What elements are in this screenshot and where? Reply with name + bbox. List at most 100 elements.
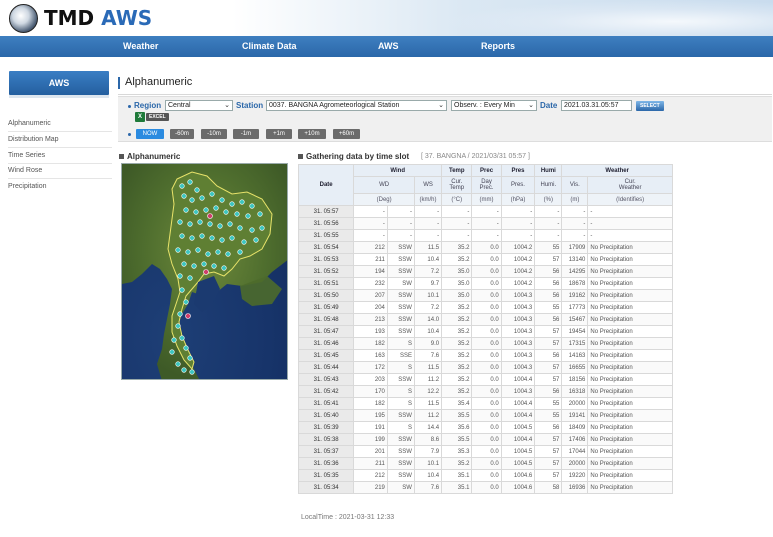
tmd-logo-icon[interactable] bbox=[9, 4, 38, 33]
table-unit-row: (Deg) (km/h) (°C) (mm) (hPa) (%) (m) (Id… bbox=[299, 193, 673, 206]
cell-pres: 1004.4 bbox=[500, 397, 536, 410]
cell-vis: - bbox=[561, 205, 589, 218]
chevron-down-icon: ⌄ bbox=[528, 102, 534, 109]
time-minus-10m-button[interactable]: -10m bbox=[201, 129, 227, 139]
cell-date: 31. 05:46 bbox=[297, 337, 355, 350]
cell-temp: 35.2 bbox=[441, 325, 473, 338]
region-select[interactable]: Central ⌄ bbox=[165, 100, 233, 111]
time-minus-1m-button[interactable]: -1m bbox=[233, 129, 259, 139]
sidebar-item-distribution-map[interactable]: Distribution Map bbox=[8, 136, 59, 143]
nav-aws[interactable]: AWS bbox=[378, 41, 399, 51]
sidebar-active-tab-aws[interactable]: AWS bbox=[9, 71, 109, 95]
col-header-humi-sub: Humi. bbox=[534, 176, 563, 194]
cell-date: 31. 05:54 bbox=[297, 241, 355, 254]
cell-date: 31. 05:44 bbox=[297, 361, 355, 374]
excel-button[interactable]: EXCEL bbox=[146, 113, 169, 121]
cell-date: 31. 05:39 bbox=[297, 421, 355, 434]
cell-pres: - bbox=[500, 205, 536, 218]
cell-pres: 1004.3 bbox=[500, 385, 536, 398]
nav-climate-data[interactable]: Climate Data bbox=[242, 41, 297, 51]
col-header-wd: WD bbox=[353, 176, 415, 194]
station-select[interactable]: 0037. BANGNA Agrometeorlogical Station ⌄ bbox=[266, 100, 447, 111]
table-row: 31. 05:51 232 SW 9.7 35.0 0.0 1004.2 56 18678 No … bbox=[297, 277, 673, 290]
cell-humi: 56 bbox=[534, 277, 563, 290]
excel-icon[interactable]: X bbox=[135, 112, 145, 122]
sidebar-item-alphanumeric[interactable]: Alphanumeric bbox=[8, 120, 51, 127]
cell-wdir: SSW bbox=[386, 325, 415, 338]
cell-wd: 199 bbox=[353, 433, 388, 446]
sidebar-item-time-series[interactable]: Time Series bbox=[8, 152, 45, 159]
cell-temp: - bbox=[441, 217, 473, 230]
cell-wx: No Precipitation bbox=[587, 301, 673, 314]
cell-pres: 1004.5 bbox=[500, 457, 536, 470]
cur-temp-line2: Temp bbox=[449, 185, 465, 191]
col-header-humi: Humi bbox=[534, 164, 563, 177]
time-now-button[interactable]: NOW bbox=[136, 129, 164, 139]
sidebar-tab-shadow bbox=[9, 95, 109, 98]
station-map[interactable] bbox=[121, 163, 288, 380]
nav-reports[interactable]: Reports bbox=[481, 41, 515, 51]
cell-pres: 1004.2 bbox=[500, 265, 536, 278]
cell-wx: No Precipitation bbox=[587, 409, 673, 422]
select-button[interactable]: SELECT bbox=[636, 101, 664, 111]
cell-prec: 0.0 bbox=[471, 397, 502, 410]
cell-wdir: SSW bbox=[386, 457, 415, 470]
cell-date: 31. 05:50 bbox=[297, 289, 355, 302]
cell-humi: 55 bbox=[534, 241, 563, 254]
cell-wd: - bbox=[353, 229, 388, 242]
logo-text-aws: AWS bbox=[101, 6, 153, 30]
cell-ws: 14.4 bbox=[413, 421, 443, 434]
section-marker-icon bbox=[119, 154, 124, 159]
date-input[interactable]: 2021.03.31.05:57 bbox=[561, 100, 632, 111]
cell-vis: 19220 bbox=[561, 469, 589, 482]
cell-pres: 1004.2 bbox=[500, 241, 536, 254]
cell-humi: 56 bbox=[534, 265, 563, 278]
table-row: 31. 05:38 199 SSW 8.6 35.5 0.0 1004.4 57 17406 No… bbox=[297, 433, 673, 446]
col-header-prec: Prec bbox=[471, 164, 502, 177]
cell-date: 31. 05:48 bbox=[297, 313, 355, 326]
cell-wdir: SSW bbox=[386, 241, 415, 254]
cell-ws: 8.6 bbox=[413, 433, 443, 446]
cell-humi: 57 bbox=[534, 457, 563, 470]
cell-pres: 1004.5 bbox=[500, 445, 536, 458]
nav-weather[interactable]: Weather bbox=[123, 41, 158, 51]
cell-vis: 16655 bbox=[561, 361, 589, 374]
sidebar-divider bbox=[8, 147, 112, 148]
time-plus-1m-button[interactable]: +1m bbox=[266, 129, 292, 139]
cell-date: 31. 05:47 bbox=[297, 325, 355, 338]
cell-humi: 56 bbox=[534, 289, 563, 302]
sidebar-item-wind-rose[interactable]: Wind Rose bbox=[8, 167, 42, 174]
cell-prec: 0.0 bbox=[471, 457, 502, 470]
cell-wx: No Precipitation bbox=[587, 241, 673, 254]
site-logo-text[interactable]: TMD AWS bbox=[44, 6, 152, 30]
cell-wx: No Precipitation bbox=[587, 253, 673, 266]
page-title-marker bbox=[118, 77, 120, 89]
time-plus-10m-button[interactable]: +10m bbox=[298, 129, 326, 139]
cell-date: 31. 05:42 bbox=[297, 385, 355, 398]
cell-date: 31. 05:34 bbox=[297, 481, 355, 494]
cell-wd: 211 bbox=[353, 253, 388, 266]
cell-vis: - bbox=[561, 229, 589, 242]
time-minus-60m-button[interactable]: -60m bbox=[170, 129, 194, 139]
cell-vis: 14295 bbox=[561, 265, 589, 278]
cell-temp: 35.2 bbox=[441, 337, 473, 350]
page-title: Alphanumeric bbox=[125, 76, 193, 88]
cell-humi: 57 bbox=[534, 253, 563, 266]
cell-wx: No Precipitation bbox=[587, 313, 673, 326]
col-header-date[interactable]: Date bbox=[297, 164, 355, 206]
table-row: 31. 05:36 211 SSW 10.1 35.2 0.0 1004.5 57 20000 N… bbox=[297, 457, 673, 470]
cell-ws: 10.1 bbox=[413, 289, 443, 302]
col-header-temp: Temp bbox=[441, 164, 473, 177]
cell-ws: 14.0 bbox=[413, 313, 443, 326]
chevron-down-icon: ⌄ bbox=[438, 102, 444, 109]
cell-wx: No Precipitation bbox=[587, 397, 673, 410]
cell-wdir: SSW bbox=[386, 301, 415, 314]
cell-vis: 16936 bbox=[561, 481, 589, 494]
col-header-cur-weather: Cur. Weather bbox=[587, 176, 673, 194]
observation-interval-select[interactable]: Observ. : Every Min ⌄ bbox=[451, 100, 537, 111]
time-plus-60m-button[interactable]: +60m bbox=[333, 129, 360, 139]
sidebar-item-precipitation[interactable]: Precipitation bbox=[8, 183, 47, 190]
cell-temp: 35.2 bbox=[441, 385, 473, 398]
table-row: 31. 05:48 213 SSW 14.0 35.2 0.0 1004.3 56 15467 N… bbox=[297, 313, 673, 326]
cell-vis: 17773 bbox=[561, 301, 589, 314]
